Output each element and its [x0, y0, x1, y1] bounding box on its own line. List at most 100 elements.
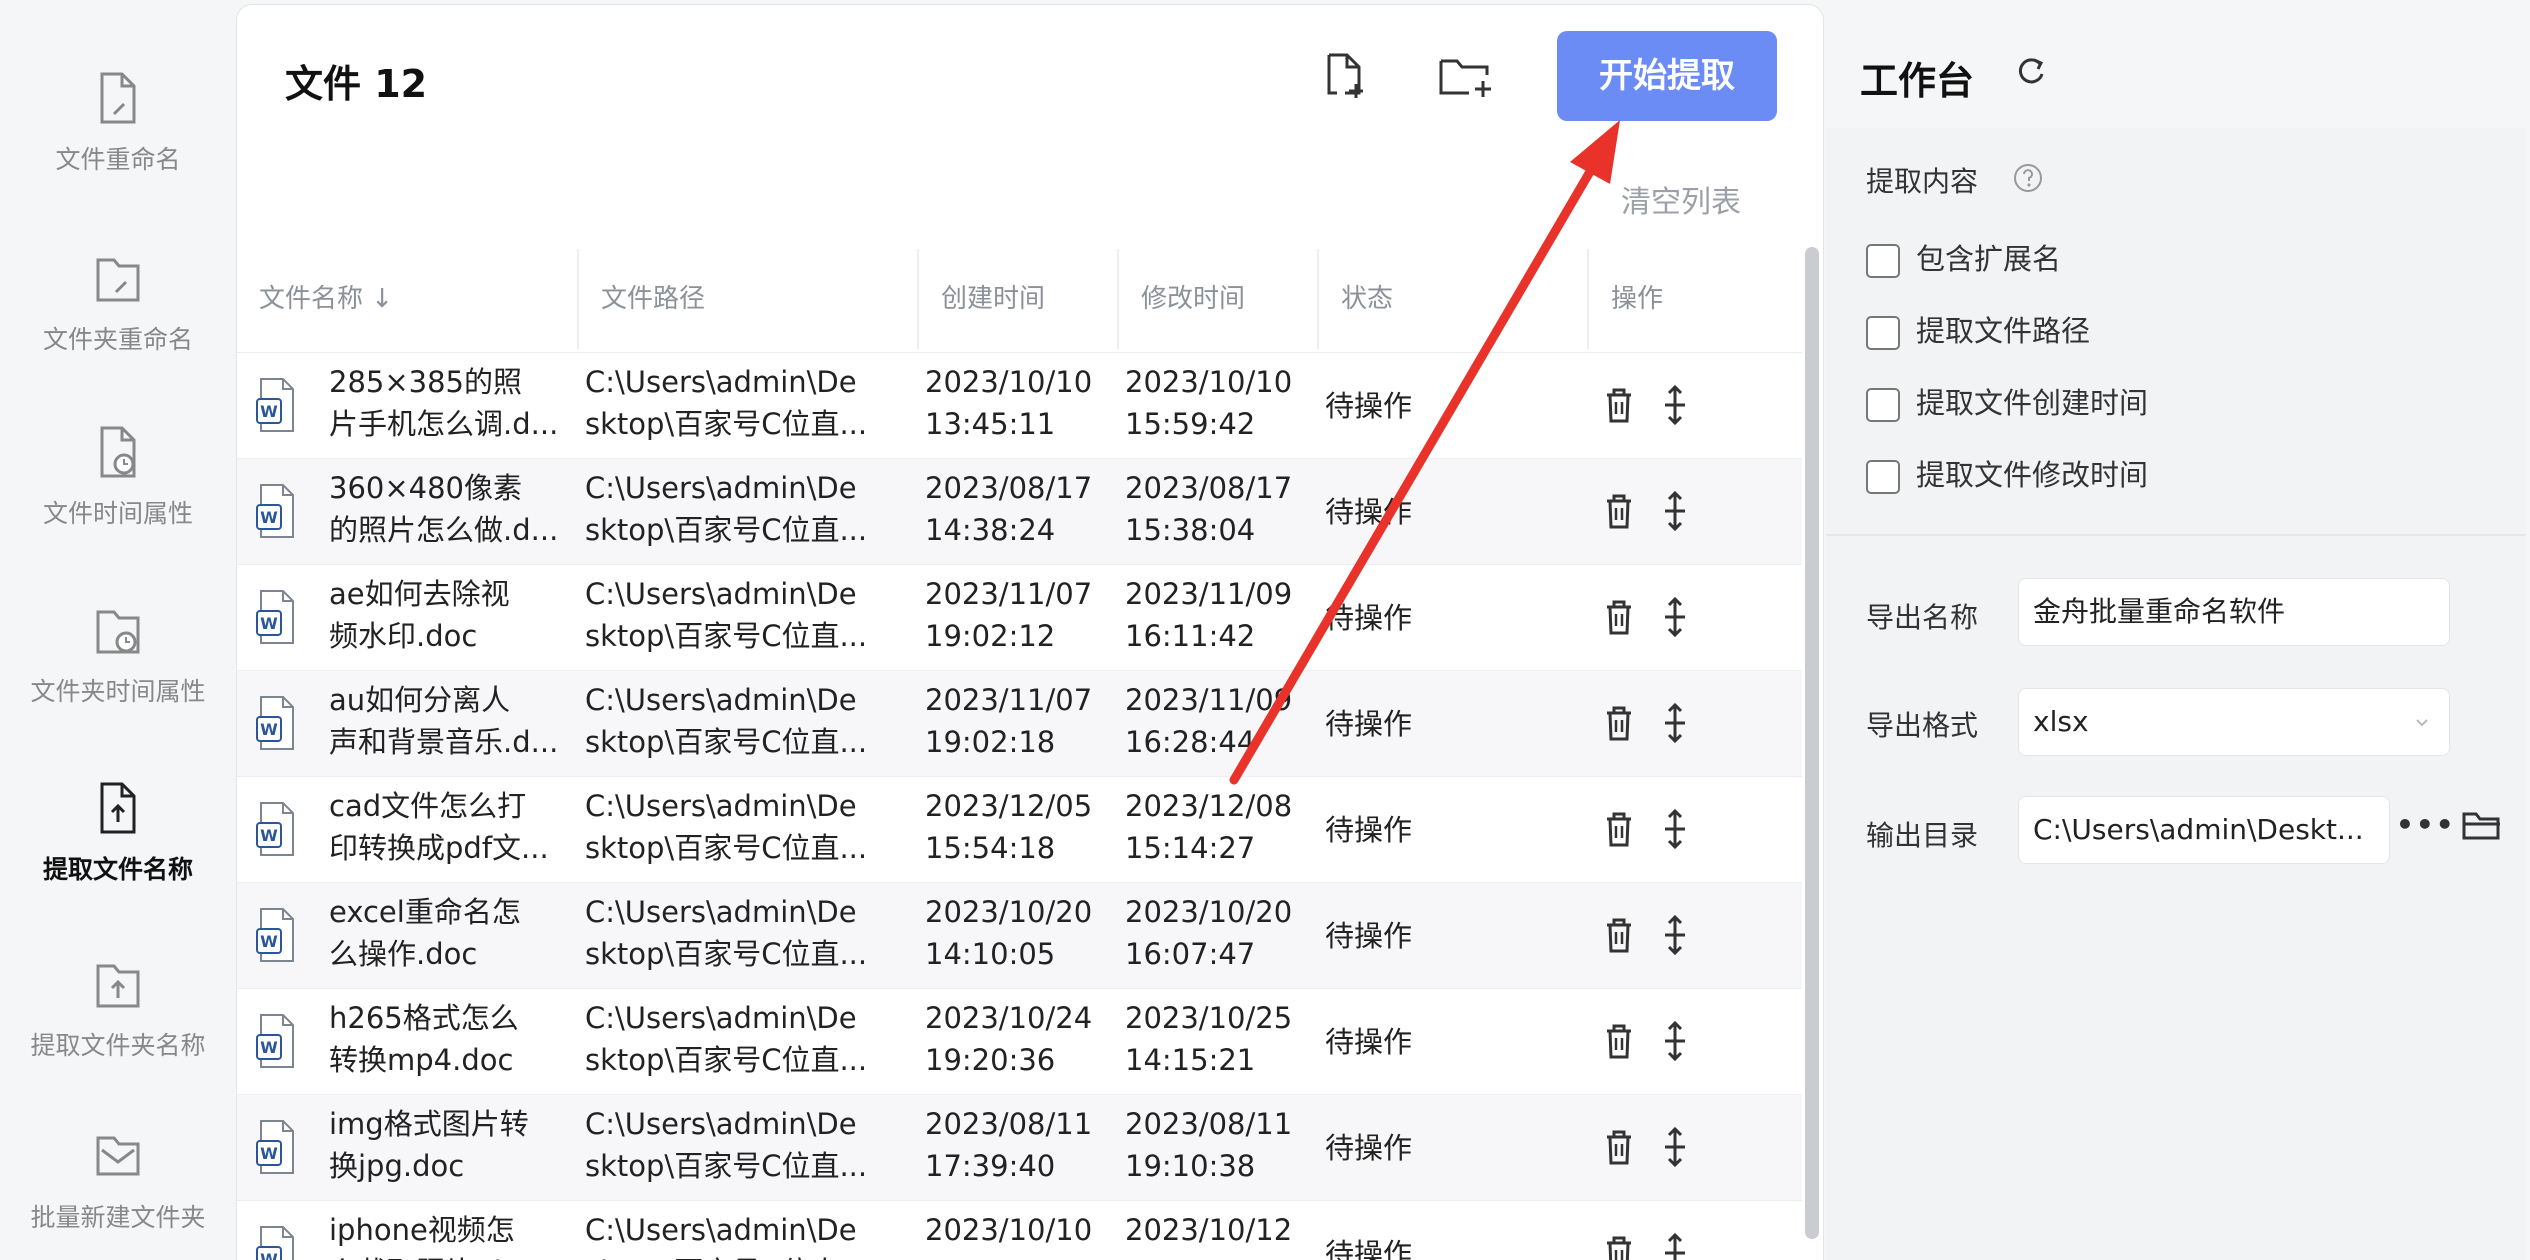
option-extract-modified-time[interactable]: 提取文件修改时间 [1866, 452, 2148, 494]
file-path-cell: C:\Users\admin\De sktop\百家号C位直... [585, 789, 868, 865]
workspace-title: 工作台 [1860, 59, 1975, 103]
file-path-cell: C:\Users\admin\De sktop\百家号C位直... [585, 577, 868, 653]
export-format-select[interactable]: xlsx [2018, 688, 2450, 756]
drag-move-icon[interactable] [1657, 1125, 1693, 1169]
table-row[interactable]: Wimg格式图片转 换jpg.doc C:\Users\admin\De skto… [237, 1095, 1802, 1201]
option-extract-created-time[interactable]: 提取文件创建时间 [1866, 380, 2148, 422]
delete-icon[interactable] [1601, 491, 1637, 531]
sidebar-item-file-rename[interactable]: 文件重命名 [0, 66, 236, 176]
open-folder-icon[interactable] [2460, 806, 2504, 846]
delete-icon[interactable] [1601, 809, 1637, 849]
created-time-cell: 2023/08/11 17:39:40 [925, 1107, 1093, 1183]
created-time-cell: 2023/11/07 19:02:18 [925, 683, 1093, 759]
sidebar: 文件重命名文件夹重命名 文件时间属性文件夹时间属性提取文件名称 提取文件夹名称批量新… [0, 0, 236, 1260]
browse-more-button[interactable]: ••• [2396, 808, 2454, 848]
table-row[interactable]: Wau如何分离人 声和背景音乐.d... C:\Users\admin\De sk… [237, 671, 1802, 777]
drag-move-icon[interactable] [1657, 913, 1693, 957]
option-include-extension[interactable]: 包含扩展名 [1866, 236, 2061, 278]
table-row[interactable]: W 285×385的照 片手机怎么调.d... C:\Users\admin\De … [237, 353, 1802, 459]
file-name-cell: iphone视频怎 么截取照片.do... [329, 1213, 547, 1260]
output-dir-input[interactable]: C:\Users\admin\Deskt... [2018, 796, 2390, 864]
file-path-cell: C:\Users\admin\De sktop\百家号C位直... [585, 895, 868, 971]
option-label: 提取文件创建时间 [1916, 386, 2149, 420]
svg-text:W: W [260, 508, 278, 527]
checkbox[interactable] [1866, 460, 1900, 494]
drag-move-icon[interactable] [1657, 595, 1693, 639]
modified-time-cell: 2023/12/08 15:14:27 [1125, 789, 1293, 865]
col-header-name[interactable]: 文件名称 ↓ [237, 245, 393, 353]
checkbox[interactable] [1866, 316, 1900, 350]
modified-time-cell: 2023/10/10 15:59:42 [1125, 365, 1293, 441]
file-path-cell: C:\Users\admin\De sktop\百家号C位直... [585, 1001, 868, 1077]
checkbox[interactable] [1866, 388, 1900, 422]
sidebar-item-folder-rename[interactable]: 文件夹重命名 [0, 246, 236, 356]
word-document-icon: W [256, 696, 294, 750]
sidebar-item-label: 文件夹时间属性 [30, 677, 206, 706]
file-path-cell: C:\Users\admin\De sktop\百家号C位直... [585, 471, 868, 547]
status-badge: 待操作 [1325, 389, 1413, 423]
svg-text:W: W [260, 402, 278, 421]
delete-icon[interactable] [1601, 385, 1637, 425]
table-row[interactable]: W 360×480像素 的照片怎么做.d... C:\Users\admin\De … [237, 459, 1802, 565]
created-time-cell: 2023/10/10 13:45:18 [925, 1213, 1093, 1260]
status-badge: 待操作 [1325, 1025, 1413, 1059]
add-file-button[interactable] [1315, 47, 1375, 107]
clear-list-link[interactable]: 清空列表 [1621, 177, 1741, 221]
drag-move-icon[interactable] [1657, 489, 1693, 533]
created-time-cell: 2023/12/05 15:54:18 [925, 789, 1093, 865]
drag-move-icon[interactable] [1657, 701, 1693, 745]
sidebar-item-file-time[interactable]: 文件时间属性 [0, 420, 236, 530]
option-label: 提取文件路径 [1916, 314, 2091, 348]
drag-move-icon[interactable] [1657, 1019, 1693, 1063]
extract-content-label: 提取内容 [1866, 165, 1979, 198]
export-name-input[interactable]: 金舟批量重命名软件 [2018, 578, 2450, 646]
file-name-cell: 285×385的照 片手机怎么调.d... [329, 365, 559, 441]
refresh-icon[interactable] [2014, 54, 2048, 88]
table-row[interactable]: Wcad文件怎么打 印转换成pdf文... C:\Users\admin\De s… [237, 777, 1802, 883]
delete-icon[interactable] [1601, 703, 1637, 743]
export-format-value: xlsx [2033, 705, 2089, 738]
sidebar-item-batch-new-folder[interactable]: 批量新建文件夹 [0, 1124, 236, 1234]
help-icon[interactable] [2012, 162, 2044, 194]
checkbox[interactable] [1866, 244, 1900, 278]
modified-time-cell: 2023/11/09 16:11:42 [1125, 577, 1293, 653]
table-header: 文件名称 ↓ 文件路径 创建时间 修改时间 状态 操作 [237, 245, 1802, 353]
add-folder-icon [1439, 59, 1491, 97]
created-time-cell: 2023/11/07 19:02:12 [925, 577, 1093, 653]
sidebar-item-extract-filename[interactable]: 提取文件名称 [0, 776, 236, 886]
divider [1826, 534, 2526, 536]
start-extract-button[interactable]: 开始提取 [1557, 31, 1777, 121]
add-folder-button[interactable] [1435, 47, 1495, 107]
word-document-icon: W [256, 908, 294, 962]
drag-move-icon[interactable] [1657, 1231, 1693, 1260]
table-row[interactable]: Wiphone视频怎 么截取照片.do... C:\Users\admin\De … [237, 1201, 1802, 1260]
delete-icon[interactable] [1601, 1127, 1637, 1167]
file-path-cell: C:\Users\admin\De sktop\百家号C位直... [585, 1213, 867, 1260]
svg-text:W: W [260, 826, 278, 845]
delete-icon[interactable] [1601, 597, 1637, 637]
col-header-actions: 操作 [1587, 249, 1663, 349]
delete-icon[interactable] [1601, 1021, 1637, 1061]
svg-text:W: W [260, 1038, 278, 1057]
delete-icon[interactable] [1601, 1233, 1637, 1260]
option-extract-path[interactable]: 提取文件路径 [1866, 308, 2090, 350]
drag-move-icon[interactable] [1657, 383, 1693, 427]
workspace-panel: 工作台 提取内容 包含扩展名 提取文件路径 提取文件创建时间 提取文件修改时间 … [1826, 0, 2530, 1260]
sidebar-item-extract-foldername[interactable]: 提取文件夹名称 [0, 952, 236, 1062]
drag-move-icon[interactable] [1657, 807, 1693, 851]
file-time-icon [100, 426, 136, 478]
svg-text:W: W [260, 720, 278, 739]
sidebar-item-label: 批量新建文件夹 [30, 1203, 206, 1232]
table-row[interactable]: Wh265格式怎么 转换mp4.doc C:\Users\admin\De skt… [237, 989, 1802, 1095]
col-header-path: 文件路径 [577, 249, 705, 349]
delete-icon[interactable] [1601, 915, 1637, 955]
modified-time-cell: 2023/10/12 17:45:43 [1125, 1213, 1293, 1260]
sidebar-item-folder-time[interactable]: 文件夹时间属性 [0, 598, 236, 708]
vertical-scrollbar[interactable] [1805, 247, 1819, 1239]
table-row[interactable]: Wexcel重命名怎 么操作.doc C:\Users\admin\De skto… [237, 883, 1802, 989]
extract-foldername-icon [96, 964, 140, 1008]
chevron-down-icon [2416, 719, 2428, 727]
created-time-cell: 2023/08/17 14:38:24 [925, 471, 1093, 547]
file-list-panel: 文件 12 开始提取 清空列表 文件名称 ↓ 文件路径 创建时间 修改时间 状态 [236, 4, 1824, 1260]
table-row[interactable]: Wae如何去除视 频水印.doc C:\Users\admin\De sktop\… [237, 565, 1802, 671]
